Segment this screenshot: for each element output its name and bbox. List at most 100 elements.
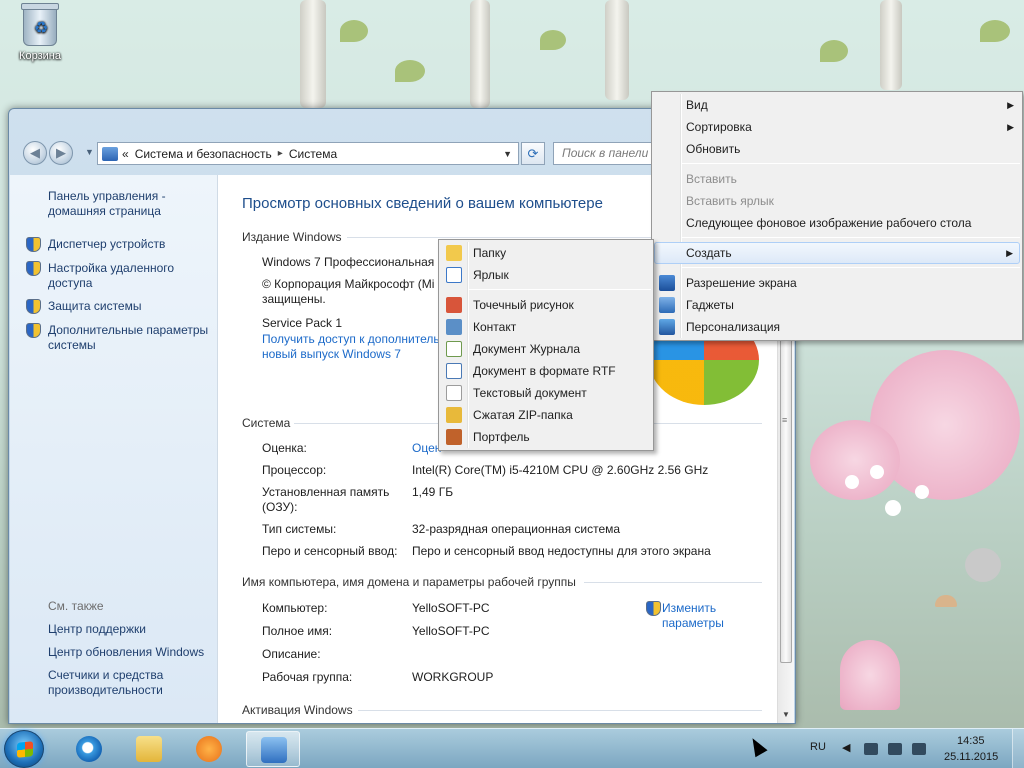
page-title: Просмотр основных сведений о вашем компь… <box>242 195 603 212</box>
workgroup-label: Рабочая группа: <box>262 670 353 684</box>
description-label: Описание: <box>262 647 321 661</box>
gadgets-icon <box>659 297 675 313</box>
tray-overflow-icon[interactable]: ◀ <box>842 741 850 754</box>
clock-date[interactable]: 25.11.2015 <box>944 751 998 763</box>
uac-shield-icon <box>26 237 41 252</box>
start-button[interactable] <box>4 730 44 768</box>
language-indicator[interactable]: RU <box>810 741 826 753</box>
sidebar-item-advanced-settings[interactable]: Дополнительные параметры системы <box>48 323 218 353</box>
menu-separator <box>682 163 1020 164</box>
bitmap-icon <box>446 297 462 313</box>
menu-item-view[interactable]: Вид ▶ <box>654 94 1020 116</box>
sidebar-home-link[interactable]: Панель управления - домашняя страница <box>48 189 208 219</box>
see-also-heading: См. также <box>48 599 104 613</box>
uac-shield-icon <box>26 323 41 338</box>
wallpaper-leaf <box>980 20 1010 42</box>
wallpaper-leaf <box>820 40 848 62</box>
folder-icon <box>136 736 162 762</box>
zip-folder-icon <box>446 407 462 423</box>
recent-pages-dropdown-icon[interactable]: ▼ <box>85 147 94 157</box>
menu-item-next-background[interactable]: Следующее фоновое изображение рабочего с… <box>654 212 1020 234</box>
submenu-arrow-icon: ▶ <box>1006 248 1013 258</box>
scroll-down-icon[interactable]: ▼ <box>782 710 790 719</box>
submenu-item-contact[interactable]: Контакт <box>441 316 651 338</box>
menu-item-new[interactable]: Создать ▶ <box>654 242 1020 264</box>
rating-value[interactable]: Оцен <box>412 441 441 456</box>
sidebar-item-remote-settings[interactable]: Настройка удаленного доступа <box>48 261 198 291</box>
submenu-item-briefcase[interactable]: Портфель <box>441 426 651 448</box>
edition-copyright: © Корпорация Майкрософт (Mi <box>262 277 435 291</box>
taskbar-explorer[interactable] <box>122 731 176 767</box>
section-divider <box>358 710 762 711</box>
taskbar-control-panel[interactable] <box>246 731 300 767</box>
wallpaper-pink-leaf <box>870 350 1020 500</box>
see-also-action-center[interactable]: Центр поддержки <box>48 622 146 637</box>
menu-item-refresh[interactable]: Обновить <box>654 138 1020 160</box>
recycle-bin-icon: ♻ <box>21 3 59 46</box>
menu-separator <box>682 237 1020 238</box>
volume-icon[interactable] <box>912 743 926 755</box>
show-desktop-button[interactable] <box>1012 729 1024 768</box>
wallpaper-flower <box>885 500 901 516</box>
see-also-performance[interactable]: Счетчики и средства производительности <box>48 668 198 698</box>
wallpaper-leaf <box>395 60 425 82</box>
clock-time[interactable]: 14:35 <box>957 735 985 747</box>
shortcut-icon <box>446 267 462 283</box>
submenu-item-shortcut[interactable]: Ярлык <box>441 264 651 286</box>
taskbar-media-player[interactable] <box>182 731 236 767</box>
change-settings-link-cont[interactable]: параметры <box>662 616 724 631</box>
menu-item-screen-resolution[interactable]: Разрешение экрана <box>654 272 1020 294</box>
submenu-item-folder[interactable]: Папку <box>441 242 651 264</box>
upgrade-link[interactable]: Получить доступ к дополнитель <box>262 332 440 347</box>
section-computer-name: Имя компьютера, имя домена и параметры р… <box>242 575 762 589</box>
submenu-item-text[interactable]: Текстовый документ <box>441 382 651 404</box>
see-also-windows-update[interactable]: Центр обновления Windows <box>48 645 204 660</box>
address-dropdown-icon[interactable]: ▼ <box>503 149 512 159</box>
wallpaper-leaf <box>540 30 566 50</box>
network-icon[interactable] <box>888 743 902 755</box>
submenu-item-rtf[interactable]: Документ в формате RTF <box>441 360 651 382</box>
sidebar-item-system-protection[interactable]: Защита системы <box>48 299 141 314</box>
section-edition-header: Издание Windows <box>242 230 342 244</box>
taskbar-internet-explorer[interactable] <box>62 731 116 767</box>
uac-shield-icon <box>646 601 661 616</box>
refresh-button[interactable]: ⟳ <box>521 142 545 165</box>
service-pack: Service Pack 1 <box>262 316 343 330</box>
section-computer-name-header: Имя компьютера, имя домена и параметры р… <box>242 575 576 589</box>
section-divider <box>584 582 762 583</box>
breadcrumb-system-security[interactable]: Система и безопасность <box>135 147 272 161</box>
memory-label-cont: (ОЗУ): <box>262 500 298 514</box>
action-center-icon[interactable] <box>864 743 878 755</box>
workgroup-value: WORKGROUP <box>412 670 494 684</box>
screen-resolution-icon <box>659 275 675 291</box>
folder-icon <box>446 245 462 261</box>
wallpaper-trunk <box>300 0 326 108</box>
personalize-icon <box>659 319 675 335</box>
taskbar: RU ◀ 14:35 25.11.2015 <box>0 728 1024 768</box>
menu-separator <box>469 289 651 290</box>
wallpaper-leaf <box>340 20 368 42</box>
breadcrumb-overflow-chevron[interactable]: « <box>122 147 129 161</box>
pen-touch-value: Перо и сенсорный ввод недоступны для это… <box>412 544 711 558</box>
forward-button[interactable]: ▶ <box>49 141 73 165</box>
menu-item-gadgets[interactable]: Гаджеты <box>654 294 1020 316</box>
menu-item-sort[interactable]: Сортировка ▶ <box>654 116 1020 138</box>
breadcrumb-separator-icon[interactable]: ▸ <box>278 148 283 159</box>
briefcase-icon <box>446 429 462 445</box>
breadcrumb-system[interactable]: Система <box>289 147 337 161</box>
media-player-icon <box>196 736 222 762</box>
recycle-bin-shortcut[interactable]: ♻ Корзина <box>12 3 68 62</box>
submenu-item-bitmap[interactable]: Точечный рисунок <box>441 294 651 316</box>
menu-item-personalize[interactable]: Персонализация <box>654 316 1020 338</box>
wallpaper-flower <box>870 465 884 479</box>
edition-name: Windows 7 Профессиональная <box>262 255 435 269</box>
wallpaper-pink-leaf <box>810 420 900 500</box>
address-bar[interactable]: « Система и безопасность ▸ Система ▼ <box>97 142 519 165</box>
upgrade-link-cont[interactable]: новый выпуск Windows 7 <box>262 347 401 362</box>
sidebar-item-device-manager[interactable]: Диспетчер устройств <box>48 237 165 252</box>
submenu-item-journal[interactable]: Документ Журнала <box>441 338 651 360</box>
back-button[interactable]: ◀ <box>23 141 47 165</box>
wallpaper-cupcake <box>840 640 900 710</box>
change-settings-link[interactable]: Изменить <box>662 601 716 616</box>
submenu-item-zip[interactable]: Сжатая ZIP-папка <box>441 404 651 426</box>
